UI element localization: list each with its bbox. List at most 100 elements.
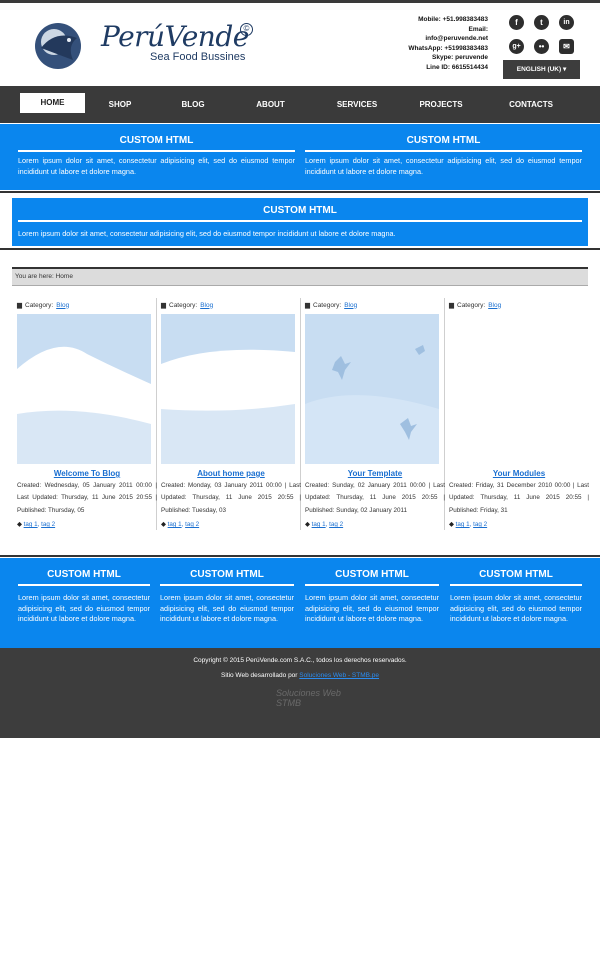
tag-link[interactable]: tag 2	[41, 521, 55, 528]
facebook-icon[interactable]: f	[509, 15, 524, 30]
tag-link[interactable]: tag 2	[329, 521, 343, 528]
language-select[interactable]: ENGLISH (UK) ▾	[503, 60, 580, 79]
contact-whatsapp: WhatsApp: +51998383483	[408, 44, 488, 52]
module-title: CUSTOM HTML	[18, 205, 582, 222]
module-text: Lorem ipsum dolor sit amet, consectetur …	[305, 593, 439, 623]
credit-prefix: Sitio Web desarrollado por	[220, 672, 298, 679]
article-title[interactable]: Your Template	[305, 469, 445, 478]
tag-link[interactable]: tag 1	[312, 521, 326, 528]
linkedin-icon[interactable]: in	[559, 15, 574, 30]
nav-item-shop[interactable]: SHOP	[100, 86, 140, 123]
module-text: Lorem ipsum dolor sit amet, consectetur …	[18, 229, 396, 238]
breadcrumb: You are here: Home	[12, 267, 588, 286]
article-tags: ◆ tag 1, tag 2	[17, 521, 56, 528]
tag-icon: ◆	[449, 521, 454, 528]
contact-mobile: Mobile: +51.998383483	[418, 16, 488, 23]
module-text: Lorem ipsum dolor sit amet, consectetur …	[160, 593, 294, 623]
developer-logo[interactable]: Soluciones Web STMB	[276, 688, 346, 718]
site-footer: Copyright © 2015 PerúVende.com S.A.C., t…	[0, 648, 600, 738]
category-label: Category:	[169, 301, 198, 309]
copyright-mark: ©	[240, 23, 253, 36]
divider	[0, 248, 600, 250]
tag-icon: ◆	[305, 521, 310, 528]
nav-item-contacts[interactable]: CONTACTS	[500, 86, 562, 123]
credit-link[interactable]: Soluciones Web - STMB.pe	[299, 672, 379, 679]
module-title: CUSTOM HTML	[305, 569, 439, 586]
nav-item-blog[interactable]: BLOG	[173, 86, 213, 123]
developer-logo-text: Soluciones Web STMB	[276, 688, 341, 708]
tag-link[interactable]: tag 2	[185, 521, 199, 528]
contact-line-id: Line ID: 6615514434	[426, 63, 488, 71]
article-image[interactable]	[17, 314, 151, 464]
mail-icon[interactable]: ✉	[559, 39, 574, 54]
full-width-module: CUSTOM HTML Lorem ipsum dolor sit amet, …	[12, 198, 588, 246]
module-text: Lorem ipsum dolor sit amet, consectetur …	[18, 156, 295, 176]
article-tags: ◆ tag 1, tag 2	[449, 521, 488, 528]
tag-icon: ◆	[17, 521, 22, 528]
module-title: CUSTOM HTML	[18, 135, 295, 152]
footer-copyright: Copyright © 2015 PerúVende.com S.A.C., t…	[193, 657, 407, 664]
tumblr-icon[interactable]: t	[534, 15, 549, 30]
article-category: ▆ Category: Blog	[161, 298, 301, 312]
folder-icon: ▆	[161, 302, 166, 309]
article-meta: Created: Wednesday, 05 January 2011 00:0…	[17, 482, 157, 514]
article-title[interactable]: Welcome To Blog	[17, 469, 157, 478]
article-tags: ◆ tag 1, tag 2	[161, 521, 200, 528]
article-card: ▆ Category: Blog Your Modules Created: F…	[449, 298, 589, 528]
category-label: Category:	[25, 301, 54, 309]
nav-item-about[interactable]: ABOUT	[248, 86, 293, 123]
contact-info: Mobile: +51.998383483 Email: info@peruve…	[408, 15, 488, 72]
google-plus-icon[interactable]: g+	[509, 39, 524, 54]
article-meta: Created: Sunday, 02 January 2011 00:00 |…	[305, 482, 445, 514]
tag-icon: ◆	[161, 521, 166, 528]
module-title: CUSTOM HTML	[18, 569, 150, 586]
nav-item-home[interactable]: HOME	[20, 93, 85, 113]
article-card: ▆ Category: Blog Welcome To Blog Created…	[17, 298, 157, 528]
top-modules: CUSTOM HTML Lorem ipsum dolor sit amet, …	[0, 124, 600, 190]
nav-item-services[interactable]: SERVICES	[328, 86, 386, 123]
module-title: CUSTOM HTML	[305, 135, 582, 152]
category-label: Category:	[313, 301, 342, 309]
divider	[0, 555, 600, 557]
article-title[interactable]: About home page	[161, 469, 301, 478]
nav-item-projects[interactable]: PROJECTS	[412, 86, 470, 123]
article-image[interactable]	[161, 314, 295, 464]
contact-email-label: Email:	[468, 25, 488, 33]
tag-link[interactable]: tag 1	[456, 521, 470, 528]
contact-email[interactable]: info@peruvende.net	[408, 34, 488, 44]
article-meta: Created: Friday, 31 December 2010 00:00 …	[449, 482, 589, 514]
contact-skype: Skype: peruvende	[432, 54, 488, 61]
article-image[interactable]	[449, 314, 583, 464]
category-link[interactable]: Blog	[200, 302, 213, 309]
fish-globe-logo-icon[interactable]	[33, 20, 83, 70]
divider	[0, 191, 600, 193]
main-nav: HOME SHOP BLOG ABOUT SERVICES PROJECTS C…	[0, 86, 600, 123]
tag-link[interactable]: tag 1	[168, 521, 182, 528]
module-title: CUSTOM HTML	[160, 569, 294, 586]
bottom-modules: CUSTOM HTML Lorem ipsum dolor sit amet, …	[0, 558, 600, 648]
folder-icon: ▆	[305, 302, 310, 309]
article-card: ▆ Category: Blog About home page Created…	[161, 298, 301, 528]
tag-link[interactable]: tag 2	[473, 521, 487, 528]
tag-link[interactable]: tag 1	[24, 521, 38, 528]
category-link[interactable]: Blog	[56, 302, 69, 309]
brand-tagline: Sea Food Bussines	[150, 51, 246, 63]
article-card: ▆ Category: Blog Your Template Created: …	[305, 298, 445, 528]
category-link[interactable]: Blog	[344, 302, 357, 309]
site-header: PerúVende © Sea Food Bussines Mobile: +5…	[0, 3, 600, 86]
article-image[interactable]	[305, 314, 439, 464]
folder-icon: ▆	[17, 302, 22, 309]
flickr-icon[interactable]: ••	[534, 39, 549, 54]
category-link[interactable]: Blog	[488, 302, 501, 309]
module-text: Lorem ipsum dolor sit amet, consectetur …	[305, 156, 582, 176]
article-meta: Created: Monday, 03 January 2011 00:00 |…	[161, 482, 301, 514]
module-title: CUSTOM HTML	[450, 569, 582, 586]
module-text: Lorem ipsum dolor sit amet, consectetur …	[450, 593, 582, 623]
article-category: ▆ Category: Blog	[17, 298, 157, 312]
article-title[interactable]: Your Modules	[449, 469, 589, 478]
category-label: Category:	[457, 301, 486, 309]
brand-name[interactable]: PerúVende	[101, 20, 249, 53]
chevron-down-icon: ▾	[562, 66, 567, 73]
folder-icon: ▆	[449, 302, 454, 309]
article-tags: ◆ tag 1, tag 2	[305, 521, 344, 528]
